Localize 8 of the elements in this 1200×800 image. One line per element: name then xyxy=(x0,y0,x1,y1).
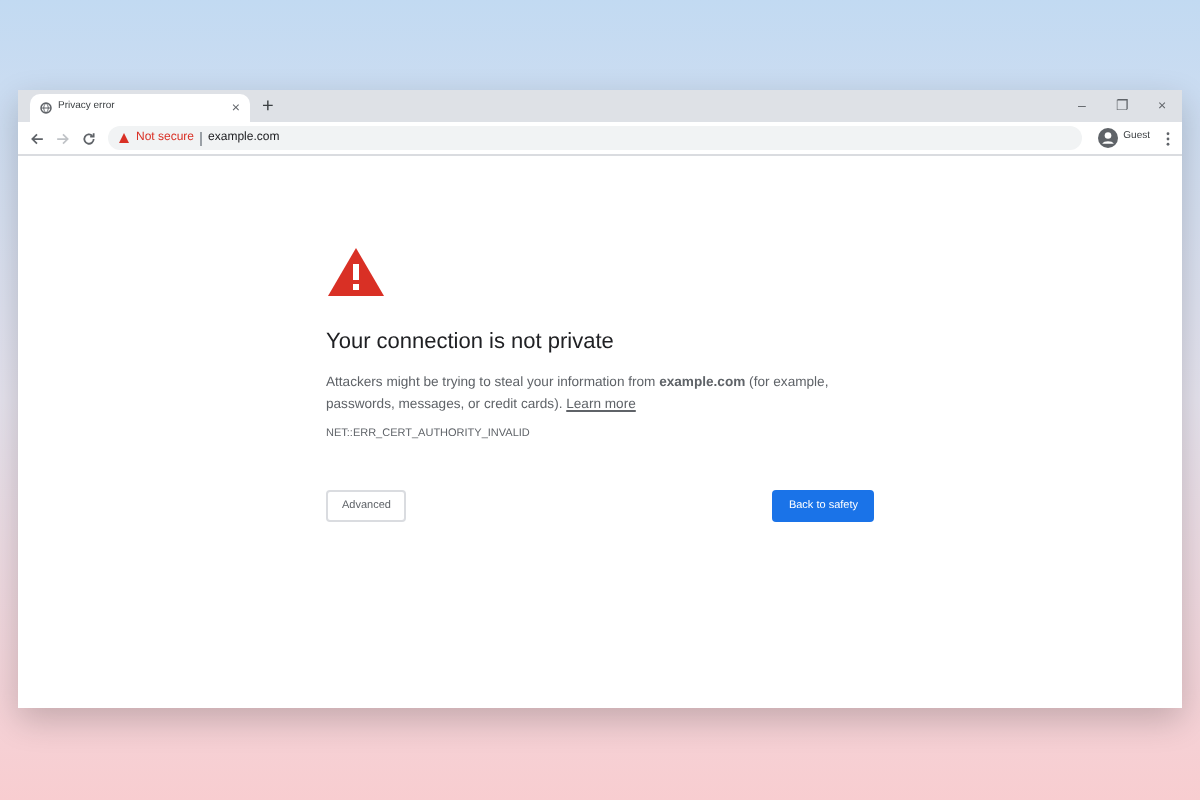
globe-icon xyxy=(40,102,52,114)
error-title: Your connection is not private xyxy=(326,332,616,354)
warning-icon xyxy=(118,132,130,144)
new-tab-button[interactable]: + xyxy=(262,98,274,118)
person-icon xyxy=(1097,128,1118,148)
reload-icon[interactable] xyxy=(82,131,96,145)
back-icon[interactable] xyxy=(30,131,44,145)
warning-icon xyxy=(326,246,386,298)
